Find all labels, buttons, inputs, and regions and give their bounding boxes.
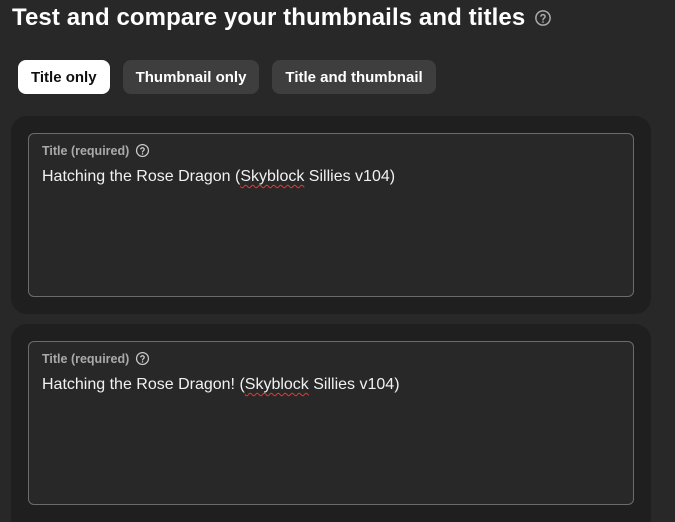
- title-input-2[interactable]: Hatching the Rose Dragon! (Skyblock Sill…: [42, 376, 400, 394]
- chip-thumbnail-only[interactable]: Thumbnail only: [122, 60, 260, 94]
- misspelled-word: Skyblock: [244, 376, 309, 393]
- title-text-part: Hatching the Rose Dragon! (: [42, 376, 245, 393]
- title-text-part: Sillies v104): [308, 376, 400, 393]
- misspelled-word: Skyblock: [240, 168, 305, 185]
- title-field-label-row: Title (required): [42, 143, 150, 158]
- help-circle-icon[interactable]: [534, 9, 552, 27]
- header: Test and compare your thumbnails and tit…: [12, 4, 552, 32]
- title-field-2[interactable]: Title (required) Hatching the Rose Drago…: [28, 341, 634, 505]
- chip-title-and-thumbnail[interactable]: Title and thumbnail: [272, 60, 436, 94]
- title-field-label: Title (required): [42, 351, 130, 366]
- title-card-1: Title (required) Hatching the Rose Drago…: [11, 116, 651, 314]
- test-mode-chips: Title only Thumbnail only Title and thum…: [18, 60, 449, 94]
- title-card-2: Title (required) Hatching the Rose Drago…: [11, 324, 651, 522]
- help-circle-icon[interactable]: [135, 143, 150, 158]
- title-field-label-row: Title (required): [42, 351, 150, 366]
- title-text-part: Hatching the Rose Dragon (: [42, 168, 241, 185]
- title-field-1[interactable]: Title (required) Hatching the Rose Drago…: [28, 133, 634, 297]
- page-title: Test and compare your thumbnails and tit…: [12, 4, 526, 31]
- title-field-label: Title (required): [42, 143, 130, 158]
- help-circle-icon[interactable]: [135, 351, 150, 366]
- title-input-1[interactable]: Hatching the Rose Dragon (Skyblock Silli…: [42, 168, 395, 186]
- test-compare-page: Test and compare your thumbnails and tit…: [0, 0, 675, 522]
- title-text-part: Sillies v104): [304, 168, 396, 185]
- chip-title-only[interactable]: Title only: [18, 60, 110, 94]
